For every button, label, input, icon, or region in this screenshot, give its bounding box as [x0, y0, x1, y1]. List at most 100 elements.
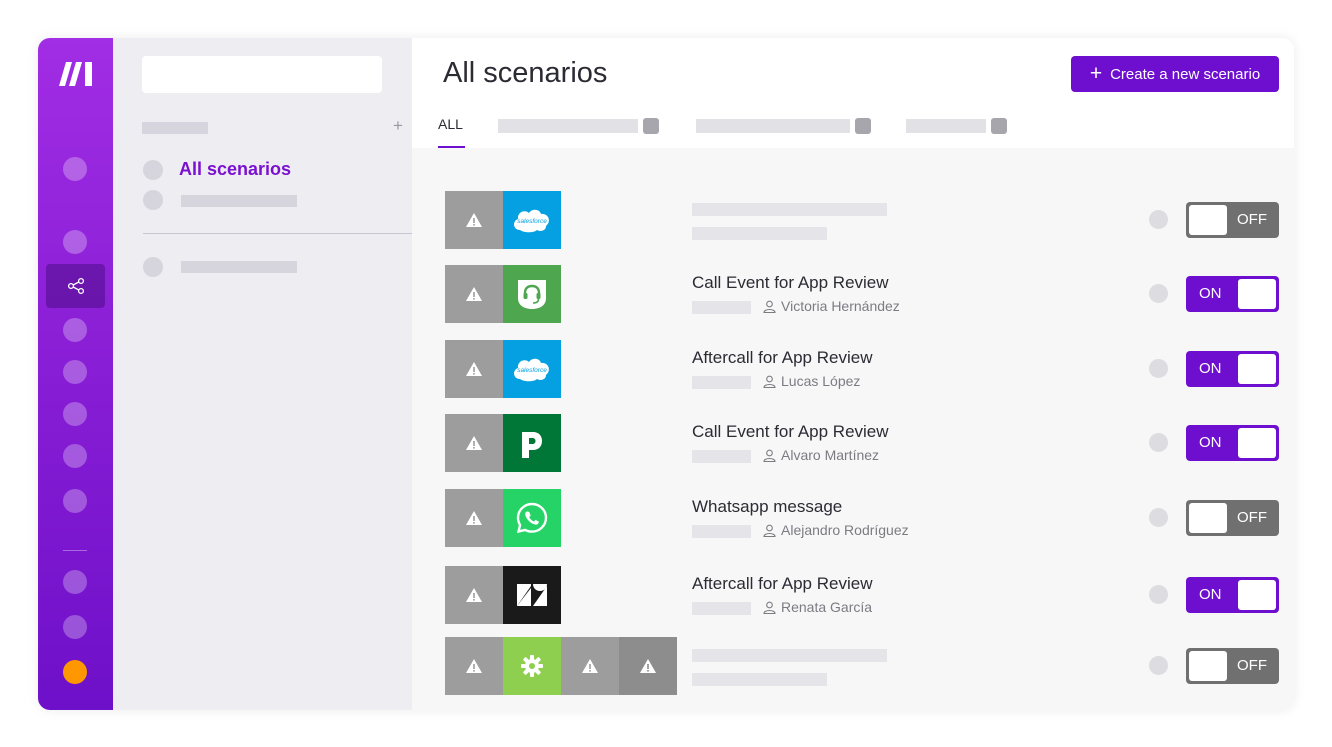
- create-scenario-button[interactable]: + Create a new scenario: [1071, 56, 1279, 92]
- gear-icon: [521, 655, 543, 677]
- make-logo-icon[interactable]: [57, 60, 95, 86]
- scenario-owner: Lucas López: [763, 373, 860, 389]
- salesforce-icon: salesforce: [514, 358, 549, 382]
- all-scenarios-bullet: [143, 160, 163, 180]
- tools-module: [503, 637, 561, 695]
- pipedrive-module: [503, 414, 561, 472]
- warning-module: [445, 340, 503, 398]
- rail-item-8[interactable]: [63, 570, 87, 594]
- warning-icon: [466, 436, 482, 450]
- owner-name: Renata García: [781, 599, 873, 615]
- scenario-row[interactable]: salesforce Aftercall for App Review Luca…: [412, 340, 1294, 398]
- salesforce-icon: salesforce: [514, 209, 549, 233]
- status-indicator: [1149, 656, 1168, 675]
- scenario-row[interactable]: Whatsapp message Alejandro Rodríguez OFF: [412, 489, 1294, 547]
- warning-module: [445, 489, 503, 547]
- toggle-label: OFF: [1237, 509, 1267, 526]
- scenario-title[interactable]: Aftercall for App Review: [692, 348, 872, 368]
- scenario-toggle[interactable]: ON: [1186, 577, 1279, 613]
- scenario-meta-placeholder: [692, 673, 827, 686]
- owner-name: Victoria Hernández: [781, 298, 900, 314]
- tab-4[interactable]: [906, 119, 986, 133]
- rail-item-6[interactable]: [63, 444, 87, 468]
- rail-item-1[interactable]: [63, 157, 87, 181]
- sidebar-search-input[interactable]: [142, 56, 382, 93]
- whatsapp-icon: [516, 502, 548, 534]
- warning-icon: [466, 213, 482, 227]
- page-title: All scenarios: [443, 57, 608, 89]
- warning-icon: [466, 511, 482, 525]
- warning-icon: [640, 659, 656, 673]
- warning-module: [445, 265, 503, 323]
- scenario-toggle[interactable]: OFF: [1186, 648, 1279, 684]
- folders-sidebar: + All scenarios: [113, 38, 413, 710]
- rail-item-3[interactable]: [63, 318, 87, 342]
- sidebar-item-folder-2[interactable]: [181, 261, 297, 273]
- warning-icon: [466, 659, 482, 673]
- add-folder-button[interactable]: +: [393, 117, 403, 135]
- rail-item-4[interactable]: [63, 360, 87, 384]
- folder-bullet: [143, 257, 163, 277]
- nav-rail: [38, 38, 113, 710]
- scenario-toggle[interactable]: OFF: [1186, 202, 1279, 238]
- warning-icon: [466, 362, 482, 376]
- scenario-owner: Alvaro Martínez: [763, 447, 879, 463]
- toggle-knob: [1238, 354, 1276, 384]
- owner-name: Lucas López: [781, 373, 861, 389]
- scenario-row[interactable]: Aftercall for App Review Renata García O…: [412, 566, 1294, 624]
- scenario-meta-placeholder: [692, 227, 827, 240]
- scenario-title-placeholder: [692, 203, 887, 216]
- tab-2[interactable]: [498, 119, 638, 133]
- toggle-label: OFF: [1237, 211, 1267, 228]
- scenario-title[interactable]: Call Event for App Review: [692, 273, 889, 293]
- scenario-title[interactable]: Call Event for App Review: [692, 422, 889, 442]
- warning-module: [445, 414, 503, 472]
- scenario-meta-placeholder: [692, 376, 751, 389]
- scenario-meta-placeholder: [692, 525, 751, 538]
- rail-item-5[interactable]: [63, 402, 87, 426]
- scenario-row[interactable]: Call Event for App Review Alvaro Martíne…: [412, 414, 1294, 472]
- scenario-row[interactable]: salesforce OFF: [412, 191, 1294, 249]
- share-icon: [67, 277, 84, 295]
- app-window: + All scenarios All scenarios + Create a…: [38, 38, 1294, 710]
- tab-3[interactable]: [696, 119, 850, 133]
- folders-heading-placeholder: [142, 122, 208, 134]
- scenario-toggle[interactable]: ON: [1186, 425, 1279, 461]
- scenario-row[interactable]: OFF: [412, 637, 1294, 695]
- toggle-knob: [1189, 651, 1227, 681]
- create-scenario-label: Create a new scenario: [1110, 65, 1261, 83]
- status-indicator: [1149, 433, 1168, 452]
- tab-all[interactable]: ALL: [438, 116, 463, 132]
- user-avatar[interactable]: [63, 660, 87, 684]
- toggle-label: ON: [1199, 434, 1222, 451]
- tab-3-count-badge: [855, 118, 871, 134]
- rail-item-9[interactable]: [63, 615, 87, 639]
- pipedrive-icon: [522, 432, 542, 458]
- scenario-meta-placeholder: [692, 450, 751, 463]
- scenario-toggle[interactable]: ON: [1186, 351, 1279, 387]
- warning-module: [445, 191, 503, 249]
- warning-module: [619, 637, 677, 695]
- rail-item-2[interactable]: [63, 230, 87, 254]
- toggle-label: OFF: [1237, 657, 1267, 674]
- sidebar-item-folder-1[interactable]: [181, 195, 297, 207]
- sidebar-item-all-scenarios[interactable]: All scenarios: [179, 159, 291, 180]
- scenario-title[interactable]: Whatsapp message: [692, 497, 842, 517]
- rail-item-scenarios[interactable]: [46, 264, 105, 308]
- scenario-toggle[interactable]: OFF: [1186, 500, 1279, 536]
- toggle-knob: [1238, 580, 1276, 610]
- warning-module: [445, 637, 503, 695]
- scenario-title[interactable]: Aftercall for App Review: [692, 574, 872, 594]
- scenario-toggle[interactable]: ON: [1186, 276, 1279, 312]
- sidebar-divider: [143, 233, 413, 234]
- user-icon: [763, 524, 776, 537]
- headset-icon: [518, 280, 546, 309]
- whatsapp-module: [503, 489, 561, 547]
- svg-text:salesforce: salesforce: [517, 367, 547, 374]
- scenario-row[interactable]: Call Event for App Review Victoria Herná…: [412, 265, 1294, 323]
- toggle-label: ON: [1199, 360, 1222, 377]
- folder-bullet: [143, 190, 163, 210]
- status-indicator: [1149, 359, 1168, 378]
- scenario-owner: Alejandro Rodríguez: [763, 522, 909, 538]
- rail-item-7[interactable]: [63, 489, 87, 513]
